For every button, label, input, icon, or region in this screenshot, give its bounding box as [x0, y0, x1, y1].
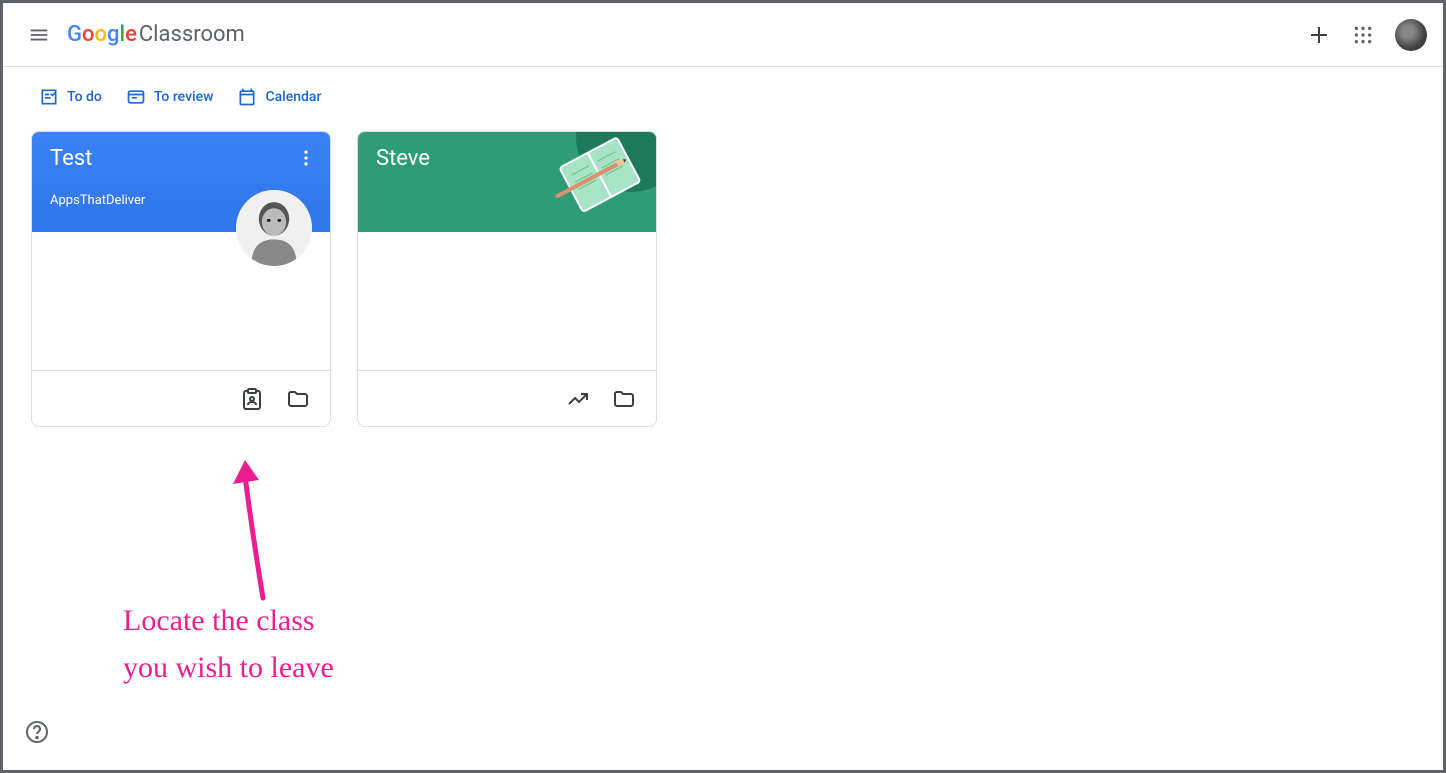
class-card-footer: [358, 370, 656, 426]
toreview-link[interactable]: To review: [126, 87, 214, 107]
help-button[interactable]: [25, 720, 53, 748]
hamburger-icon: [28, 24, 50, 46]
product-name: Classroom: [139, 22, 245, 47]
open-folder-button[interactable]: [284, 385, 312, 413]
class-card-body: [32, 232, 330, 370]
class-card-steve[interactable]: Steve: [357, 131, 657, 427]
google-classroom-logo[interactable]: Google Classroom: [67, 22, 245, 47]
account-avatar[interactable]: [1395, 19, 1427, 51]
todo-link[interactable]: To do: [39, 87, 102, 107]
more-vert-icon: [296, 148, 316, 168]
class-card-body: [358, 232, 656, 370]
assignment-person-icon: [240, 387, 264, 411]
class-card-header: Steve: [358, 132, 656, 232]
calendar-label: Calendar: [265, 89, 321, 105]
annotation-line: you wish to leave: [123, 651, 334, 684]
class-cards-grid: Test AppsThatDeliver: [3, 119, 1443, 427]
folder-icon: [612, 387, 636, 411]
annotation-arrow: [233, 458, 293, 608]
class-card-footer: [32, 370, 330, 426]
logo-letter: o: [94, 22, 106, 47]
google-apps-button[interactable]: [1343, 15, 1383, 55]
create-or-join-button[interactable]: [1299, 15, 1339, 55]
calendar-link[interactable]: Calendar: [237, 87, 321, 107]
logo-letter: e: [125, 22, 137, 47]
main-menu-button[interactable]: [19, 15, 59, 55]
open-folder-button[interactable]: [610, 385, 638, 413]
open-gradebook-button[interactable]: [564, 385, 592, 413]
calendar-icon: [237, 87, 257, 107]
toreview-label: To review: [154, 89, 214, 105]
person-photo: [236, 190, 312, 266]
plus-icon: [1307, 23, 1331, 47]
annotation-text: Locate the class you wish to leave: [123, 598, 334, 691]
apps-grid-icon: [1353, 25, 1373, 45]
annotation-line: Locate the class: [123, 604, 315, 637]
logo-letter: G: [67, 22, 82, 47]
open-your-work-button[interactable]: [238, 385, 266, 413]
todo-label: To do: [67, 89, 102, 105]
class-options-button[interactable]: [288, 140, 324, 176]
teacher-avatar[interactable]: [236, 190, 312, 266]
logo-letter: g: [107, 22, 119, 47]
class-title[interactable]: Test: [50, 146, 312, 171]
class-card-test[interactable]: Test AppsThatDeliver: [31, 131, 331, 427]
top-bar: Google Classroom: [3, 3, 1443, 67]
todo-icon: [39, 87, 59, 107]
notebook-decoration: [536, 132, 656, 232]
quick-links-bar: To do To review Calendar: [3, 67, 1443, 119]
trending-up-icon: [566, 387, 590, 411]
folder-icon: [286, 387, 310, 411]
logo-letter: o: [82, 22, 94, 47]
review-icon: [126, 87, 146, 107]
help-icon: [25, 720, 49, 744]
